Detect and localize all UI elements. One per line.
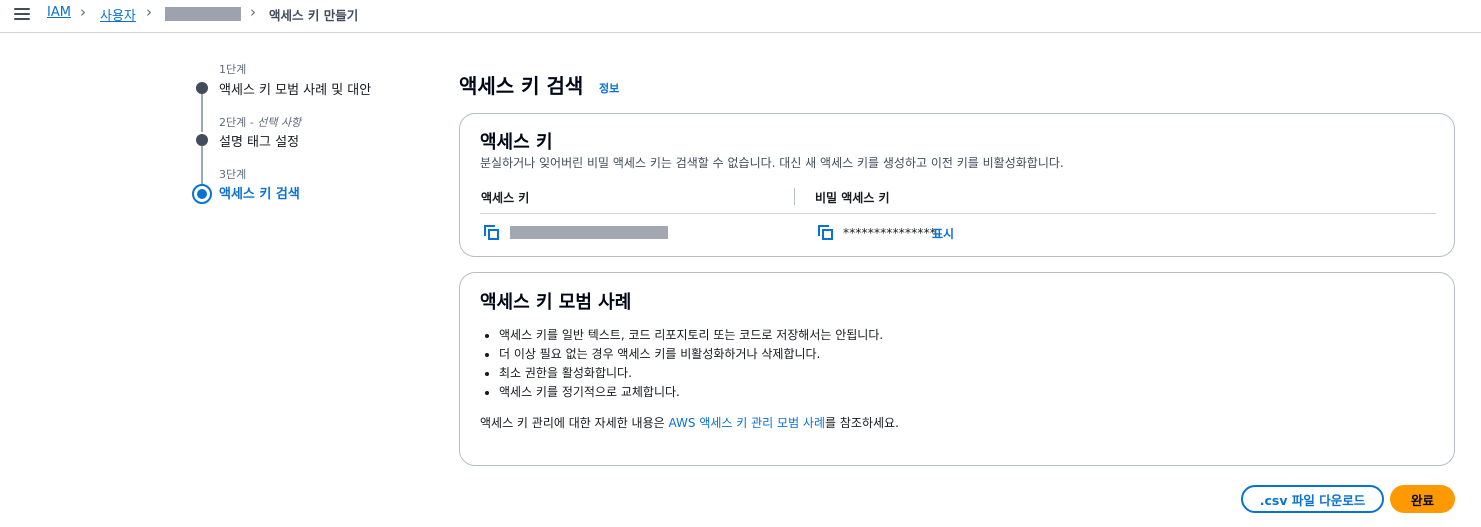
step-indicator (196, 82, 208, 94)
list-item: 더 이상 필요 없는 경우 액세스 키를 비활성화하거나 삭제합니다. (499, 345, 883, 364)
chevron-right-icon: › (250, 3, 256, 21)
step-connector (201, 146, 203, 186)
step-2-number: 2단계 - 선택 사항 (219, 116, 302, 129)
done-button[interactable]: 완료 (1390, 485, 1455, 513)
header-divider (480, 213, 1436, 214)
best-practices-list: 액세스 키를 일반 텍스트, 코드 리포지토리 또는 코드로 저장해서는 안됩니… (499, 326, 883, 402)
access-key-description: 분실하거나 잊어버린 비밀 액세스 키는 검색할 수 없습니다. 대신 새 액세… (480, 156, 1064, 170)
list-item: 액세스 키를 일반 텍스트, 코드 리포지토리 또는 코드로 저장해서는 안됩니… (499, 326, 883, 345)
page-title: 액세스 키 검색 (459, 74, 584, 98)
copy-secret-key-icon[interactable] (818, 225, 834, 241)
column-divider (794, 188, 795, 205)
best-practices-card: 액세스 키 모범 사례 액세스 키를 일반 텍스트, 코드 리포지토리 또는 코… (459, 272, 1455, 466)
breadcrumb-current: 액세스 키 만들기 (269, 8, 359, 23)
best-practices-heading: 액세스 키 모범 사례 (480, 292, 632, 313)
breadcrumb-user-redacted[interactable] (165, 7, 241, 21)
list-item: 액세스 키를 정기적으로 교체합니다. (499, 383, 883, 402)
download-csv-button[interactable]: .csv 파일 다운로드 (1241, 485, 1384, 513)
breadcrumb-users[interactable]: 사용자 (100, 5, 136, 24)
info-link[interactable]: 정보 (599, 80, 619, 96)
copy-access-key-icon[interactable] (484, 225, 500, 241)
step-3-number: 3단계 (219, 168, 247, 181)
best-practices-link[interactable]: AWS 액세스 키 관리 모범 사례 (669, 416, 826, 430)
secret-key-masked: *************** (843, 226, 936, 240)
list-item: 최소 권한을 활성화합니다. (499, 364, 883, 383)
step-1-number: 1단계 (219, 63, 247, 76)
access-key-heading: 액세스 키 (480, 132, 553, 153)
breadcrumb-iam[interactable]: IAM (47, 5, 71, 20)
step-2-title: 설명 태그 설정 (219, 135, 300, 150)
show-secret-link[interactable]: 표시 (932, 225, 954, 242)
access-key-value-redacted (510, 226, 668, 239)
chevron-right-icon: › (146, 3, 152, 21)
menu-icon[interactable] (14, 6, 30, 22)
best-practices-note: 액세스 키 관리에 대한 자세한 내용은 AWS 액세스 키 관리 모범 사례를… (480, 416, 899, 430)
secret-key-column-header: 비밀 액세스 키 (815, 191, 890, 205)
step-1-title: 액세스 키 모범 사례 및 대안 (219, 83, 372, 98)
step-indicator (196, 134, 208, 146)
step-connector (201, 94, 203, 132)
chevron-right-icon: › (80, 3, 86, 21)
access-key-column-header: 액세스 키 (481, 191, 530, 205)
top-bar: IAM › 사용자 › › 액세스 키 만들기 (0, 0, 1481, 33)
step-3-title: 액세스 키 검색 (219, 187, 300, 202)
step-active-indicator (192, 184, 212, 204)
access-key-card: 액세스 키 분실하거나 잊어버린 비밀 액세스 키는 검색할 수 없습니다. 대… (459, 113, 1455, 257)
